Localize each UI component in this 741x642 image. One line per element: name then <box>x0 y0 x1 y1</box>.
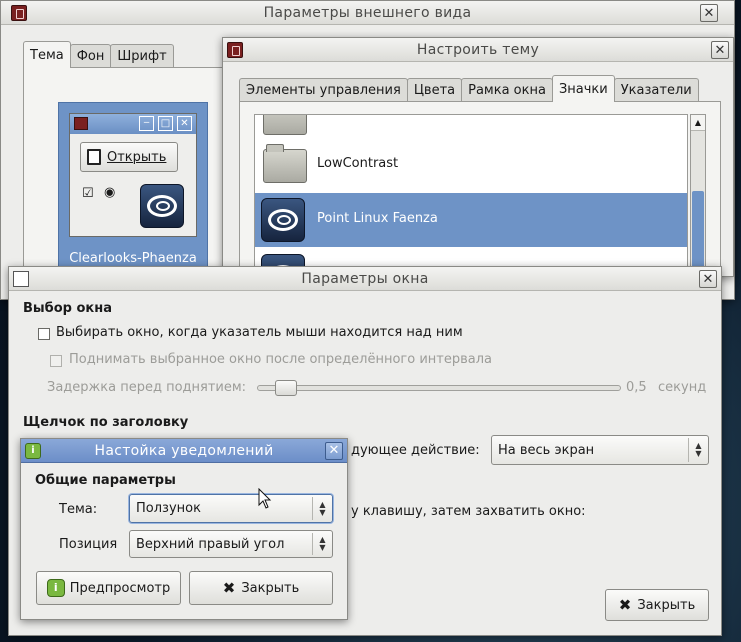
raise-after-interval-label: Поднимать выбранное окно после определён… <box>69 352 493 367</box>
preview-app-icon <box>74 117 88 130</box>
list-item[interactable]: LowContrast <box>255 137 687 191</box>
notify-title: Настойка уведомлений <box>94 442 274 459</box>
titlebar-heading: Щелчок по заголовку <box>23 415 189 430</box>
delay-value: 0,5 <box>626 380 647 395</box>
window-params-app-icon[interactable] <box>13 271 29 287</box>
customize-titlebar[interactable]: Настроить тему ✕ <box>223 38 733 62</box>
preview-maximize-icon: □ <box>158 116 173 131</box>
tab-theme[interactable]: Тема <box>23 41 71 68</box>
chevron-updown-icon: ▲ ▼ <box>688 438 708 462</box>
app-menu-icon[interactable] <box>11 5 27 21</box>
notify-section-heading: Общие параметры <box>35 473 176 488</box>
select-on-hover-checkbox[interactable] <box>38 328 50 340</box>
raise-after-interval-checkbox <box>50 355 62 367</box>
selection-heading: Выбор окна <box>23 301 113 316</box>
tab-background[interactable]: Фон <box>69 44 112 68</box>
notify-theme-value: Ползунок <box>136 501 201 516</box>
customize-app-icon[interactable] <box>227 42 243 58</box>
notify-theme-select[interactable]: Ползунок ▲ ▼ <box>129 494 333 523</box>
notify-window: i Настойка уведомлений ✕ Общие параметры… <box>20 438 348 620</box>
customize-theme-window: Настроить тему ✕ Элементы управления Цве… <box>222 37 734 281</box>
double-click-value: На весь экран <box>498 442 595 458</box>
notify-preview-button[interactable]: i Предпросмотр <box>36 571 181 605</box>
window-params-close-icon[interactable]: ✕ <box>699 270 717 288</box>
preview-theme-name: Clearlooks-Phaenza <box>69 251 197 266</box>
folder-icon <box>263 144 307 183</box>
tab-icons[interactable]: Значки <box>551 75 615 102</box>
list-item[interactable] <box>255 115 687 135</box>
tab-font[interactable]: Шрифт <box>110 44 174 68</box>
select-on-hover-label[interactable]: Выбирать окно, когда указатель мыши нахо… <box>56 325 463 340</box>
list-scrollbar[interactable]: ▲ <box>690 114 706 281</box>
icon-theme-name: LowContrast <box>317 156 399 171</box>
preview-mini-window: ‒ □ ✕ Открыть ☑ ◉ <box>69 113 197 237</box>
preview-mini-titlebar: ‒ □ ✕ <box>70 114 196 134</box>
double-click-label: дующее действие: <box>351 443 480 458</box>
double-click-select[interactable]: На весь экран ▲ ▼ <box>491 435 709 465</box>
scroll-up-icon[interactable]: ▲ <box>691 115 705 131</box>
icon-theme-name: Point Linux Faenza <box>317 211 438 226</box>
notify-close-label: Закрыть <box>241 580 300 596</box>
move-window-label: у клавишу, затем захватить окно: <box>351 504 586 519</box>
notify-position-label: Позиция <box>59 537 118 552</box>
customize-close-icon[interactable]: ✕ <box>711 41 729 59</box>
delay-label: Задержка перед поднятием: <box>47 380 247 395</box>
document-icon <box>87 149 101 165</box>
customize-title: Настроить тему <box>416 41 540 58</box>
delay-slider-thumb[interactable] <box>275 380 297 396</box>
preview-radio-icon: ◉ <box>104 185 116 200</box>
notify-position-select[interactable]: Верхний правый угол ▲ ▼ <box>129 530 333 558</box>
window-params-close-button[interactable]: ✖ Закрыть <box>605 589 709 621</box>
preview-minimize-icon: ‒ <box>139 116 154 131</box>
notify-preview-label: Предпросмотр <box>69 580 171 596</box>
tab-colors[interactable]: Цвета <box>406 78 463 102</box>
icon-theme-list[interactable]: LowContrast Point Linux Faenza <box>254 114 688 274</box>
appearance-panel: ‒ □ ✕ Открыть ☑ ◉ Clearlooks-Phaenza <box>23 67 228 297</box>
appearance-titlebar[interactable]: Параметры внешнего вида ✕ <box>1 1 734 25</box>
notify-theme-label: Тема: <box>59 502 98 517</box>
window-params-title: Параметры окна <box>301 270 429 287</box>
preview-close-icon: ✕ <box>177 116 192 131</box>
mouse-pointer-icon <box>258 488 272 509</box>
appearance-close-icon[interactable]: ✕ <box>700 4 718 22</box>
close-x-icon: ✖ <box>618 596 632 614</box>
theme-preview-tile[interactable]: ‒ □ ✕ Открыть ☑ ◉ Clearlooks-Phaenza <box>58 102 208 272</box>
close-x-icon: ✖ <box>222 579 236 597</box>
notify-app-icon[interactable]: i <box>25 443 41 459</box>
appearance-title: Параметры внешнего вида <box>263 4 472 21</box>
list-item[interactable]: Point Linux Faenza <box>255 193 687 247</box>
preview-open-label: Открыть <box>107 149 167 165</box>
info-icon: i <box>46 579 65 597</box>
notify-close-button[interactable]: ✖ Закрыть <box>189 571 333 605</box>
preview-open-button: Открыть <box>80 142 178 172</box>
chevron-updown-icon: ▲ ▼ <box>312 533 332 555</box>
tab-controls[interactable]: Элементы управления <box>239 78 408 102</box>
preview-swirl-icon <box>140 184 184 228</box>
tab-window-border[interactable]: Рамка окна <box>461 78 553 102</box>
notify-titlebar[interactable]: i Настойка уведомлений ✕ <box>21 439 347 463</box>
folder-icon <box>263 115 307 135</box>
preview-checkbox-icon: ☑ <box>82 186 94 201</box>
customize-tabs: Элементы управления Цвета Рамка окна Зна… <box>239 75 699 102</box>
appearance-tabs: Тема Фон Шрифт <box>23 41 174 68</box>
notify-close-icon[interactable]: ✕ <box>325 442 343 460</box>
chevron-updown-icon: ▲ ▼ <box>312 497 332 520</box>
window-params-titlebar[interactable]: Параметры окна ✕ <box>9 267 721 291</box>
swirl-icon <box>261 198 305 242</box>
delay-slider[interactable] <box>257 380 621 396</box>
close-button-label: Закрыть <box>637 597 696 613</box>
tab-cursors[interactable]: Указатели <box>613 78 699 102</box>
notify-position-value: Верхний правый угол <box>136 536 285 552</box>
icons-panel: LowContrast Point Linux Faenza ▲ <box>239 101 721 281</box>
delay-unit: секунд <box>658 380 707 395</box>
